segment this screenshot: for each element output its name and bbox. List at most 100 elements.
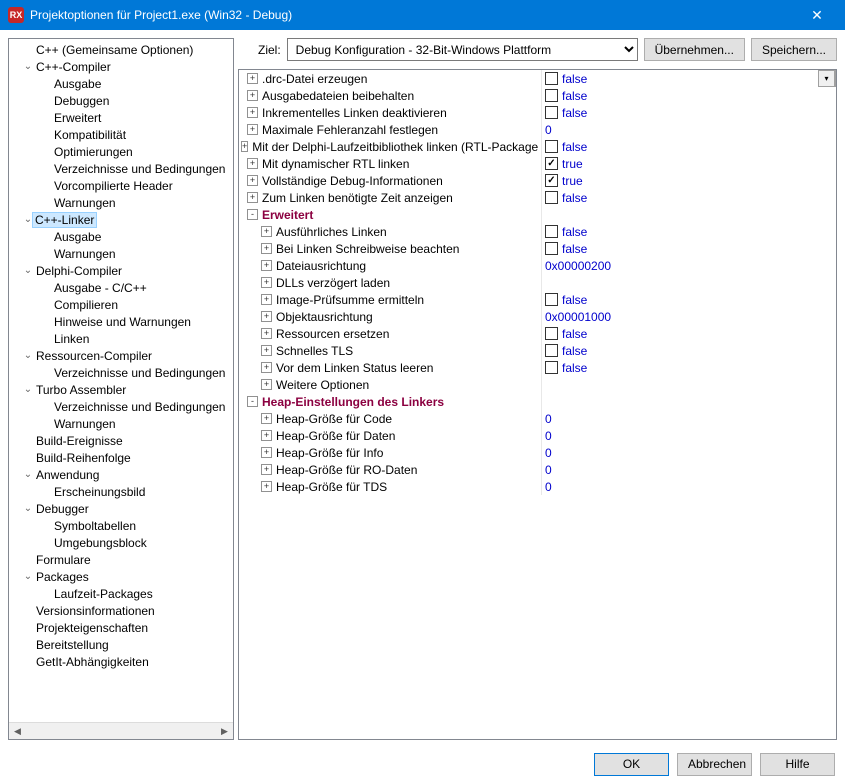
help-button[interactable]: Hilfe — [760, 753, 835, 776]
property-row[interactable]: +Bei Linken Schreibweise beachtenfalse — [239, 240, 836, 257]
tree-item[interactable]: Warnungen — [9, 194, 233, 211]
save-button[interactable]: Speichern... — [751, 38, 837, 61]
expand-icon[interactable]: + — [261, 226, 272, 237]
tree-item[interactable]: Hinweise und Warnungen — [9, 313, 233, 330]
cancel-button[interactable]: Abbrechen — [677, 753, 752, 776]
ok-button[interactable]: OK — [594, 753, 669, 776]
tree-item[interactable]: C++ (Gemeinsame Optionen) — [9, 41, 233, 58]
tree-item[interactable]: Warnungen — [9, 245, 233, 262]
property-value-cell[interactable]: 0 — [541, 121, 836, 138]
tree-item[interactable]: ⌄Turbo Assembler — [9, 381, 233, 398]
expand-icon[interactable]: + — [247, 107, 258, 118]
tree-item[interactable]: Laufzeit-Packages — [9, 585, 233, 602]
expand-icon[interactable]: + — [261, 413, 272, 424]
tree-item[interactable]: Umgebungsblock — [9, 534, 233, 551]
property-row[interactable]: +Objektausrichtung0x00001000 — [239, 308, 836, 325]
chevron-down-icon[interactable]: ⌄ — [21, 60, 35, 74]
tree-item[interactable]: GetIt-Abhängigkeiten — [9, 653, 233, 670]
property-value-cell[interactable]: false — [541, 87, 836, 104]
tree-item[interactable]: ⌄C++-Compiler — [9, 58, 233, 75]
property-value-cell[interactable]: false — [541, 291, 836, 308]
expand-icon[interactable]: + — [247, 175, 258, 186]
chevron-down-icon[interactable]: ⌄ — [21, 468, 35, 482]
tree-item[interactable]: Debuggen — [9, 92, 233, 109]
property-row[interactable]: +Weitere Optionen — [239, 376, 836, 393]
property-row[interactable]: +Maximale Fehleranzahl festlegen0 — [239, 121, 836, 138]
property-row[interactable]: +Ausgabedateien beibehaltenfalse — [239, 87, 836, 104]
property-row[interactable]: +Zum Linken benötigte Zeit anzeigenfalse — [239, 189, 836, 206]
checkbox[interactable] — [545, 225, 558, 238]
expand-icon[interactable]: + — [247, 124, 258, 135]
target-select[interactable]: Debug Konfiguration - 32-Bit-Windows Pla… — [287, 38, 638, 61]
tree-item[interactable]: ⌄C++-Linker — [9, 211, 233, 228]
expand-icon[interactable]: + — [261, 464, 272, 475]
checkbox[interactable] — [545, 89, 558, 102]
property-value-cell[interactable] — [541, 393, 836, 410]
expand-icon[interactable]: + — [261, 328, 272, 339]
tree-item[interactable]: Ausgabe — [9, 228, 233, 245]
tree-item[interactable]: Compilieren — [9, 296, 233, 313]
checkbox[interactable] — [545, 361, 558, 374]
property-row[interactable]: +Heap-Größe für Code0 — [239, 410, 836, 427]
tree-item[interactable]: Build-Ereignisse — [9, 432, 233, 449]
property-row[interactable]: +.drc-Datei erzeugenfalse▾ — [239, 70, 836, 87]
apply-button[interactable]: Übernehmen... — [644, 38, 745, 61]
tree-item[interactable]: Ausgabe - C/C++ — [9, 279, 233, 296]
property-section-header[interactable]: -Heap-Einstellungen des Linkers — [239, 393, 836, 410]
checkbox[interactable] — [545, 72, 558, 85]
tree-item[interactable]: Versionsinformationen — [9, 602, 233, 619]
chevron-down-icon[interactable]: ⌄ — [21, 502, 35, 516]
tree-item[interactable]: Build-Reihenfolge — [9, 449, 233, 466]
property-value-cell[interactable]: 0 — [541, 427, 836, 444]
property-value-cell[interactable]: false — [541, 223, 836, 240]
expand-icon[interactable]: + — [261, 243, 272, 254]
property-value-cell[interactable]: false — [541, 359, 836, 376]
expand-icon[interactable]: + — [261, 277, 272, 288]
expand-icon[interactable]: + — [261, 260, 272, 271]
tree-item[interactable]: ⌄Ressourcen-Compiler — [9, 347, 233, 364]
tree-item[interactable]: Verzeichnisse und Bedingungen — [9, 160, 233, 177]
expand-icon[interactable]: + — [247, 90, 258, 101]
tree-item[interactable]: Ausgabe — [9, 75, 233, 92]
expand-icon[interactable]: + — [247, 192, 258, 203]
property-value-cell[interactable]: false — [541, 342, 836, 359]
checkbox[interactable] — [545, 293, 558, 306]
property-row[interactable]: +Vor dem Linken Status leerenfalse — [239, 359, 836, 376]
tree-item[interactable]: ⌄Delphi-Compiler — [9, 262, 233, 279]
property-value-cell[interactable]: 0 — [541, 410, 836, 427]
tree-item[interactable]: Formulare — [9, 551, 233, 568]
expand-icon[interactable]: + — [241, 141, 248, 152]
property-row[interactable]: +Vollständige Debug-Informationentrue — [239, 172, 836, 189]
tree-item[interactable]: Verzeichnisse und Bedingungen — [9, 398, 233, 415]
tree-item[interactable]: Linken — [9, 330, 233, 347]
tree-item[interactable]: Bereitstellung — [9, 636, 233, 653]
tree-item[interactable]: Symboltabellen — [9, 517, 233, 534]
tree-item[interactable]: Optimierungen — [9, 143, 233, 160]
property-value-cell[interactable]: false — [541, 325, 836, 342]
property-row[interactable]: +Heap-Größe für Info0 — [239, 444, 836, 461]
checkbox[interactable] — [545, 140, 558, 153]
property-row[interactable]: +Schnelles TLSfalse — [239, 342, 836, 359]
checkbox[interactable] — [545, 327, 558, 340]
tree-item[interactable]: Erscheinungsbild — [9, 483, 233, 500]
collapse-icon[interactable]: - — [247, 209, 258, 220]
tree-item[interactable]: Verzeichnisse und Bedingungen — [9, 364, 233, 381]
property-value-cell[interactable] — [541, 206, 836, 223]
property-value-cell[interactable] — [541, 376, 836, 393]
property-value-cell[interactable]: 0 — [541, 461, 836, 478]
chevron-down-icon[interactable]: ⌄ — [21, 264, 35, 278]
chevron-down-icon[interactable]: ⌄ — [21, 349, 35, 363]
property-value-cell[interactable]: 0x00001000 — [541, 308, 836, 325]
property-value-cell[interactable]: false — [541, 104, 836, 121]
scroll-left-icon[interactable]: ◀ — [9, 723, 26, 740]
property-value-cell[interactable]: false — [541, 189, 836, 206]
property-section-header[interactable]: -Erweitert — [239, 206, 836, 223]
expand-icon[interactable]: + — [261, 447, 272, 458]
property-row[interactable]: +DLLs verzögert laden — [239, 274, 836, 291]
property-value-cell[interactable] — [541, 274, 836, 291]
scroll-right-icon[interactable]: ▶ — [216, 723, 233, 740]
property-row[interactable]: +Mit der Delphi-Laufzeitbibliothek linke… — [239, 138, 836, 155]
tree-item[interactable]: Warnungen — [9, 415, 233, 432]
chevron-down-icon[interactable]: ⌄ — [21, 570, 35, 584]
expand-icon[interactable]: + — [261, 294, 272, 305]
